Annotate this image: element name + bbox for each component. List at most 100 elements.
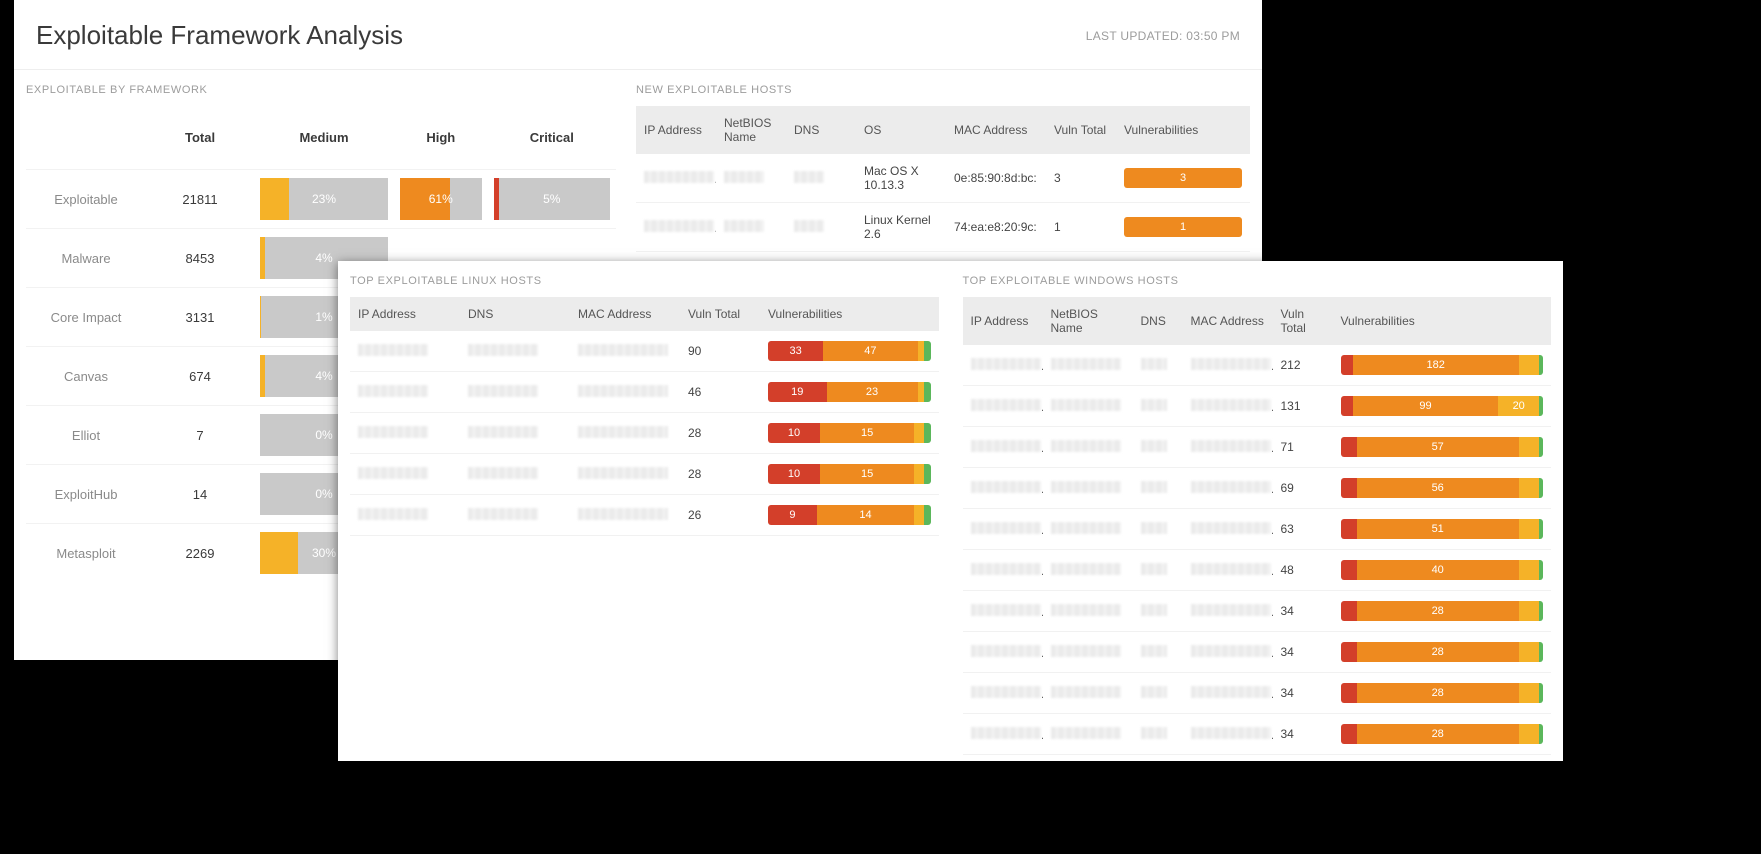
- bar-med: 23%: [260, 178, 388, 220]
- host-row[interactable]: 26914: [350, 495, 939, 536]
- redacted-ip: [971, 563, 1041, 575]
- linux-hosts-table: IP Address DNS MAC Address Vuln Total Vu…: [350, 297, 939, 536]
- bar-label: 5%: [494, 178, 610, 220]
- page-header: Exploitable Framework Analysis LAST UPDA…: [14, 0, 1262, 70]
- col-v: Vulnerabilities: [760, 297, 939, 331]
- redacted-nb: [1051, 522, 1121, 534]
- vuln-pill: 1: [1124, 217, 1242, 237]
- redacted-dns: [794, 220, 824, 232]
- host-row[interactable]: 3428: [963, 591, 1552, 632]
- framework-name: Malware: [26, 229, 146, 288]
- redacted-dns: [468, 508, 538, 520]
- col-critical: Critical: [488, 106, 616, 170]
- redacted-mac: [1191, 727, 1271, 739]
- redacted-mac: [1191, 522, 1271, 534]
- host-row[interactable]: 6351: [963, 509, 1552, 550]
- host-row[interactable]: 281015: [350, 454, 939, 495]
- col-nb: NetBIOS Name: [716, 106, 786, 154]
- framework-name: ExploitHub: [26, 465, 146, 524]
- vuln-pill: 3347: [768, 341, 931, 361]
- host-row[interactable]: Linux Kernel 2.674:ea:e8:20:9c:11: [636, 203, 1250, 252]
- host-row[interactable]: 3428: [963, 714, 1552, 755]
- host-row[interactable]: 461923: [350, 372, 939, 413]
- redacted-mac: [1191, 481, 1271, 493]
- redacted-nb: [1051, 358, 1121, 370]
- col-ip: IP Address: [350, 297, 460, 331]
- bar-crit: 5%: [494, 178, 610, 220]
- framework-total: 674: [146, 347, 254, 406]
- redacted-dns: [1141, 563, 1167, 575]
- redacted-mac: [578, 426, 668, 438]
- vuln-pill: 40: [1341, 560, 1544, 580]
- host-vuln-total: 48: [1273, 550, 1333, 591]
- vuln-pill: 57: [1341, 437, 1544, 457]
- redacted-dns: [468, 426, 538, 438]
- host-row[interactable]: Mac OS X 10.13.30e:85:90:8d:bc:33: [636, 154, 1250, 203]
- col-total: Total: [146, 106, 254, 170]
- host-row[interactable]: 212182: [963, 345, 1552, 386]
- redacted-dns: [1141, 440, 1167, 452]
- vuln-pill: 1015: [768, 423, 931, 443]
- framework-total: 21811: [146, 170, 254, 229]
- framework-row[interactable]: Exploitable2181123%61%5%: [26, 170, 616, 229]
- redacted-ip: [971, 440, 1041, 452]
- host-vuln-total: 131: [1273, 386, 1333, 427]
- last-updated-label: LAST UPDATED:: [1086, 29, 1183, 43]
- section-title-windows: TOP EXPLOITABLE WINDOWS HOSTS: [963, 261, 1552, 297]
- host-row[interactable]: 6956: [963, 468, 1552, 509]
- host-row[interactable]: 7157: [963, 427, 1552, 468]
- host-row[interactable]: 281015: [350, 413, 939, 454]
- redacted-ip: [971, 604, 1041, 616]
- redacted-ip: [358, 508, 428, 520]
- host-vuln-total: 90: [680, 331, 760, 372]
- col-medium: Medium: [254, 106, 394, 170]
- redacted-nb: [1051, 440, 1121, 452]
- col-v: Vulnerabilities: [1333, 297, 1552, 345]
- redacted-mac: [1191, 399, 1271, 411]
- host-os: Linux Kernel 2.6: [856, 203, 946, 252]
- redacted-nb: [1051, 686, 1121, 698]
- framework-name: Metasploit: [26, 524, 146, 583]
- dashboard-panel-front: TOP EXPLOITABLE LINUX HOSTS IP Address D…: [338, 261, 1563, 761]
- host-vuln-total: 34: [1273, 591, 1333, 632]
- vuln-pill: 28: [1341, 642, 1544, 662]
- host-row[interactable]: 3428: [963, 673, 1552, 714]
- redacted-dns: [1141, 604, 1167, 616]
- host-os: Mac OS X 10.13.3: [856, 154, 946, 203]
- redacted-ip: [971, 522, 1041, 534]
- section-title-framework: EXPLOITABLE BY FRAMEWORK: [26, 70, 616, 106]
- redacted-ip: [358, 426, 428, 438]
- last-updated-time: 03:50 PM: [1186, 29, 1240, 43]
- framework-total: 2269: [146, 524, 254, 583]
- last-updated: LAST UPDATED: 03:50 PM: [1086, 29, 1240, 43]
- redacted-ip: [644, 220, 714, 232]
- framework-name: Core Impact: [26, 288, 146, 347]
- vuln-pill: 3: [1124, 168, 1242, 188]
- host-row[interactable]: 34 28: [963, 632, 1552, 673]
- redacted-ip: [971, 727, 1041, 739]
- host-row[interactable]: 48 40: [963, 550, 1552, 591]
- redacted-nb: [724, 220, 764, 232]
- host-vuln-total: 3: [1046, 154, 1116, 203]
- col-dns: DNS: [786, 106, 856, 154]
- host-row[interactable]: 90 3347: [350, 331, 939, 372]
- windows-hosts-table: IP Address NetBIOS Name DNS MAC Address …: [963, 297, 1552, 755]
- col-nb: NetBIOS Name: [1043, 297, 1133, 345]
- host-vuln-total: 28: [680, 454, 760, 495]
- host-vuln-total: 34: [1273, 632, 1333, 673]
- redacted-ip: [971, 358, 1041, 370]
- redacted-dns: [1141, 727, 1167, 739]
- framework-total: 3131: [146, 288, 254, 347]
- redacted-ip: [971, 686, 1041, 698]
- redacted-nb: [1051, 563, 1121, 575]
- redacted-ip: [971, 481, 1041, 493]
- redacted-mac: [1191, 604, 1271, 616]
- bar-label: 23%: [260, 178, 388, 220]
- page-title: Exploitable Framework Analysis: [36, 20, 403, 51]
- host-mac: 74:ea:e8:20:9c:: [946, 203, 1046, 252]
- vuln-pill: 182: [1341, 355, 1544, 375]
- redacted-mac: [1191, 645, 1271, 657]
- host-row[interactable]: 1319920: [963, 386, 1552, 427]
- redacted-dns: [1141, 522, 1167, 534]
- section-title-new-hosts: NEW EXPLOITABLE HOSTS: [636, 70, 1250, 106]
